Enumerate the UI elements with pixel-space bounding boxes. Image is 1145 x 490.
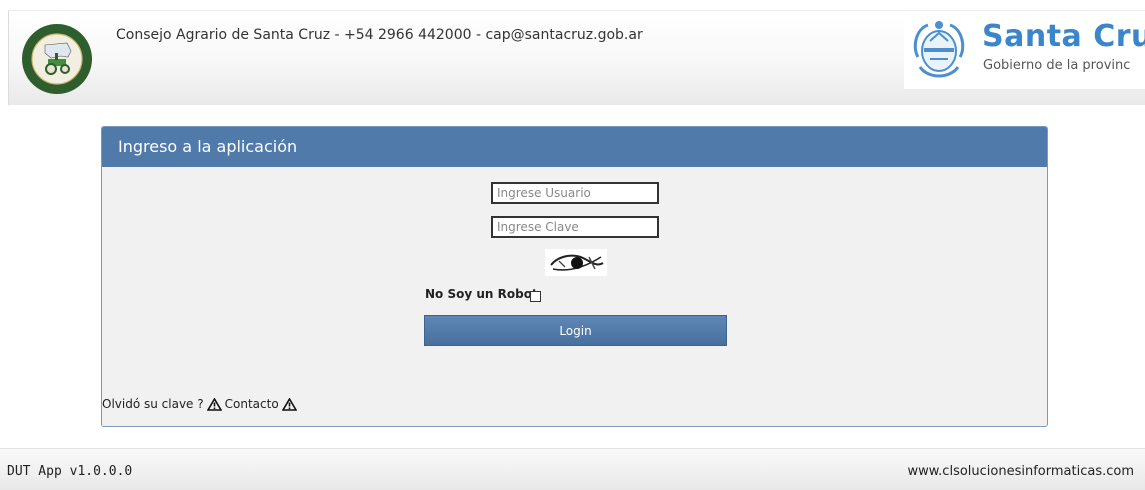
password-input[interactable] xyxy=(491,216,659,238)
login-button[interactable]: Login xyxy=(424,315,727,346)
username-input[interactable] xyxy=(491,182,659,204)
login-panel: Ingreso a la aplicación No Soy un Robot … xyxy=(101,126,1048,427)
robot-checkbox[interactable] xyxy=(530,291,541,302)
warning-triangle-icon xyxy=(281,397,297,411)
header-contact-text: Consejo Agrario de Santa Cruz - +54 2966… xyxy=(116,27,643,43)
contact-link[interactable]: Contacto xyxy=(225,397,279,411)
panel-title: Ingreso a la aplicación xyxy=(102,127,1047,167)
footer-bar: DUT App v1.0.0.0 www.clsolucionesinforma… xyxy=(0,448,1145,490)
santa-cruz-logo: Santa Cru Gobierno de la provinc xyxy=(904,11,1145,89)
help-links: Olvidó su clave ? Contacto xyxy=(102,397,297,411)
warning-triangle-icon xyxy=(206,397,222,411)
robot-check-label: No Soy un Robot xyxy=(425,287,538,301)
forgot-password-link[interactable]: Olvidó su clave ? xyxy=(102,397,204,411)
santa-cruz-seal-icon xyxy=(913,21,965,78)
brand-title: Santa Cru xyxy=(982,19,1145,54)
app-version: DUT App v1.0.0.0 xyxy=(7,464,133,479)
vendor-site: www.clsolucionesinformaticas.com xyxy=(907,464,1134,479)
consejo-agrario-seal-icon xyxy=(22,24,92,94)
brand-subtitle: Gobierno de la provinc xyxy=(983,58,1131,73)
captcha-image xyxy=(545,249,607,276)
header: Consejo Agrario de Santa Cruz - +54 2966… xyxy=(8,10,1145,105)
